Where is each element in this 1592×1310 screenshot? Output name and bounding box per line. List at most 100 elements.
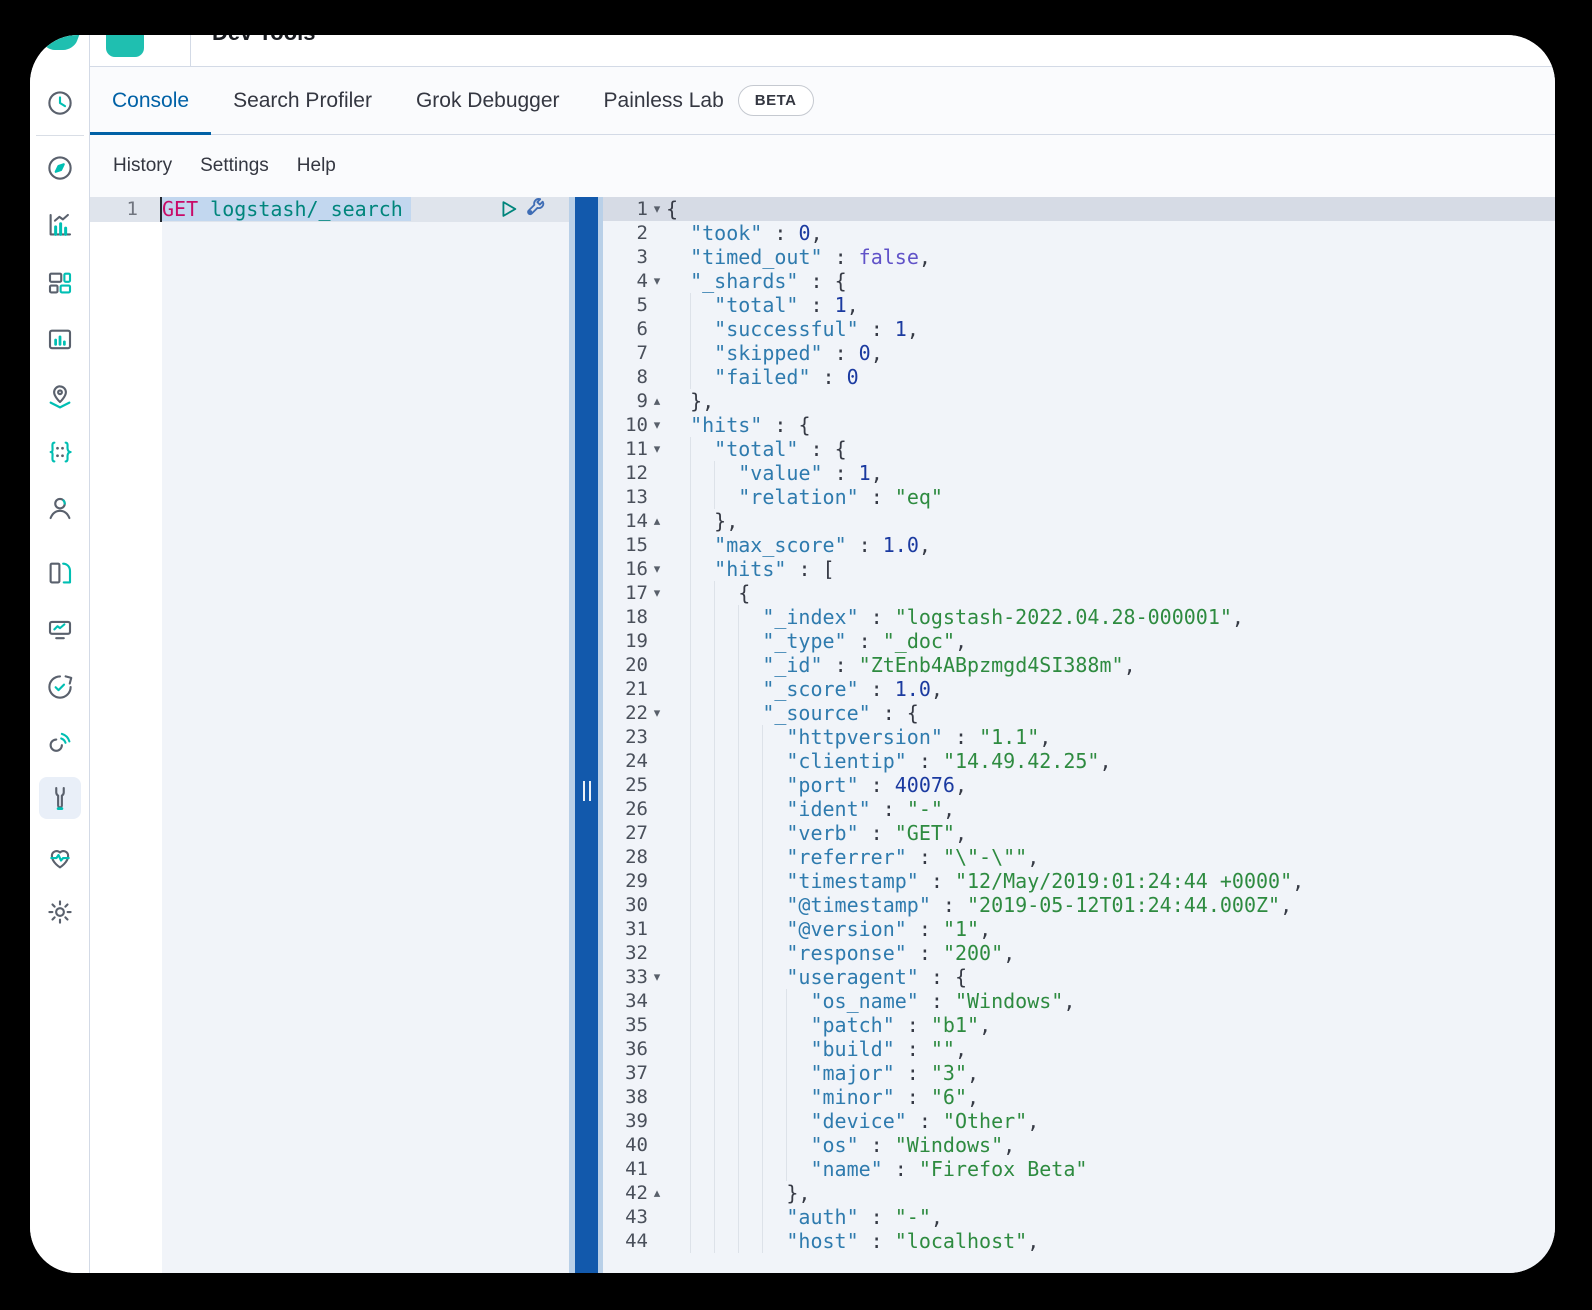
request-options-button[interactable] xyxy=(523,198,547,222)
output-line[interactable]: 16 ▾ "hits" : [ xyxy=(603,557,1555,581)
line-number: 9 xyxy=(636,390,648,412)
request-pane[interactable]: 1 GET logstash/_search xyxy=(90,197,569,1273)
sidebar-item-stack-monitoring[interactable] xyxy=(39,837,81,879)
code-text: "total" : { xyxy=(666,437,1555,461)
code-text: "verb" : "GET", xyxy=(666,821,1555,845)
tab-painless-lab[interactable]: Painless Lab BETA xyxy=(582,67,836,134)
request-line[interactable]: 1 GET logstash/_search xyxy=(90,197,569,222)
output-line[interactable]: 10 ▾ "hits" : { xyxy=(603,413,1555,437)
response-pane[interactable]: 1 ▾{2 "took" : 0, 3 "timed_out" : false, 4 ▾… xyxy=(603,197,1555,1273)
fold-toggle-icon[interactable]: ▾ xyxy=(648,701,666,725)
output-line[interactable]: 43 "auth" : "-", xyxy=(603,1205,1555,1229)
output-line[interactable]: 28 "referrer" : "\"-\"", xyxy=(603,845,1555,869)
output-line[interactable]: 5 "total" : 1, xyxy=(603,293,1555,317)
request-text: GET logstash/_search xyxy=(160,197,411,222)
sidebar-item-metrics[interactable] xyxy=(39,609,81,651)
output-line[interactable]: 40 "os" : "Windows", xyxy=(603,1133,1555,1157)
output-line[interactable]: 14 ▴ }, xyxy=(603,509,1555,533)
tab-grok-debugger[interactable]: Grok Debugger xyxy=(394,67,582,134)
fold-toggle-icon[interactable]: ▴ xyxy=(648,1181,666,1205)
fold-toggle-icon[interactable]: ▾ xyxy=(648,413,666,437)
output-line[interactable]: 1 ▾{ xyxy=(603,197,1555,221)
output-line[interactable]: 18 "_index" : "logstash-2022.04.28-00000… xyxy=(603,605,1555,629)
output-line[interactable]: 33 ▾ "useragent" : { xyxy=(603,965,1555,989)
fold-toggle-icon[interactable]: ▴ xyxy=(648,509,666,533)
send-request-button[interactable] xyxy=(496,198,520,222)
tab-search-profiler[interactable]: Search Profiler xyxy=(211,67,394,134)
output-line[interactable]: 23 "httpversion" : "1.1", xyxy=(603,725,1555,749)
output-line[interactable]: 27 "verb" : "GET", xyxy=(603,821,1555,845)
sidebar-item-stack-management[interactable] xyxy=(39,891,81,933)
sidebar-item-visualize[interactable] xyxy=(39,204,81,246)
output-line[interactable]: 2 "took" : 0, xyxy=(603,221,1555,245)
sidebar-item-maps[interactable] xyxy=(39,376,81,418)
fold-toggle-icon[interactable]: ▾ xyxy=(648,437,666,461)
output-line[interactable]: 32 "response" : "200", xyxy=(603,941,1555,965)
code-text: "ident" : "-", xyxy=(666,797,1555,821)
tab-console[interactable]: Console xyxy=(90,67,212,135)
code-text: "port" : 40076, xyxy=(666,773,1555,797)
output-line[interactable]: 22 ▾ "_source" : { xyxy=(603,701,1555,725)
sidebar-item-dev-tools[interactable] xyxy=(39,777,81,819)
sidebar-item-enterprise-search[interactable] xyxy=(39,487,81,529)
output-line[interactable]: 41 "name" : "Firefox Beta" xyxy=(603,1157,1555,1181)
sidebar-item-machine-learning[interactable] xyxy=(39,431,81,473)
output-line[interactable]: 31 "@version" : "1", xyxy=(603,917,1555,941)
line-number: 4 xyxy=(636,270,648,292)
output-line[interactable]: 4 ▾ "_shards" : { xyxy=(603,269,1555,293)
fold-toggle-icon[interactable]: ▾ xyxy=(648,965,666,989)
output-line[interactable]: 26 "ident" : "-", xyxy=(603,797,1555,821)
output-line[interactable]: 36 "build" : "", xyxy=(603,1037,1555,1061)
fold-toggle-icon[interactable]: ▾ xyxy=(648,557,666,581)
sidebar-item-logs[interactable] xyxy=(39,552,81,594)
output-line[interactable]: 38 "minor" : "6", xyxy=(603,1085,1555,1109)
menu-item-settings[interactable]: Settings xyxy=(200,155,269,177)
fold-toggle-icon[interactable]: ▾ xyxy=(648,197,666,221)
line-number: 13 xyxy=(625,486,648,508)
output-line[interactable]: 15 "max_score" : 1.0, xyxy=(603,533,1555,557)
output-line[interactable]: 20 "_id" : "ZtEnb4ABpzmgd4SI388m", xyxy=(603,653,1555,677)
output-line[interactable]: 13 "relation" : "eq" xyxy=(603,485,1555,509)
sidebar-item-apm[interactable] xyxy=(39,721,81,763)
header-divider xyxy=(190,35,191,67)
output-line[interactable]: 24 "clientip" : "14.49.42.25", xyxy=(603,749,1555,773)
output-line[interactable]: 30 "@timestamp" : "2019-05-12T01:24:44.0… xyxy=(603,893,1555,917)
sidebar-item-uptime[interactable] xyxy=(39,666,81,708)
output-line[interactable]: 44 "host" : "localhost", xyxy=(603,1229,1555,1253)
fold-toggle-icon[interactable]: ▴ xyxy=(648,389,666,413)
sidebar-item-dashboard[interactable] xyxy=(39,262,81,304)
sidebar-item-canvas[interactable] xyxy=(39,319,81,361)
sidebar-item-recently-viewed[interactable] xyxy=(39,82,81,124)
output-line[interactable]: 6 "successful" : 1, xyxy=(603,317,1555,341)
output-line[interactable]: 39 "device" : "Other", xyxy=(603,1109,1555,1133)
output-line[interactable]: 19 "_type" : "_doc", xyxy=(603,629,1555,653)
pane-splitter[interactable] xyxy=(575,197,598,1273)
output-line[interactable]: 21 "_score" : 1.0, xyxy=(603,677,1555,701)
output-line[interactable]: 42 ▴ }, xyxy=(603,1181,1555,1205)
output-line[interactable]: 34 "os_name" : "Windows", xyxy=(603,989,1555,1013)
dev-tools-app-icon xyxy=(106,35,144,57)
output-line[interactable]: 3 "timed_out" : false, xyxy=(603,245,1555,269)
fold-toggle-icon[interactable]: ▾ xyxy=(648,269,666,293)
output-line[interactable]: 7 "skipped" : 0, xyxy=(603,341,1555,365)
output-line[interactable]: 12 "value" : 1, xyxy=(603,461,1555,485)
output-line[interactable]: 25 "port" : 40076, xyxy=(603,773,1555,797)
fold-toggle-icon[interactable]: ▾ xyxy=(648,581,666,605)
request-content[interactable] xyxy=(162,197,569,1273)
grip-lines-icon[interactable] xyxy=(575,778,598,804)
output-line[interactable]: 35 "patch" : "b1", xyxy=(603,1013,1555,1037)
output-line[interactable]: 9 ▴ }, xyxy=(603,389,1555,413)
output-line[interactable]: 8 "failed" : 0 xyxy=(603,365,1555,389)
line-number: 16 xyxy=(625,558,648,580)
output-line[interactable]: 37 "major" : "3", xyxy=(603,1061,1555,1085)
output-line[interactable]: 11 ▾ "total" : { xyxy=(603,437,1555,461)
menu-item-history[interactable]: History xyxy=(113,155,172,177)
output-line[interactable]: 29 "timestamp" : "12/May/2019:01:24:44 +… xyxy=(603,869,1555,893)
menu-item-help[interactable]: Help xyxy=(297,155,336,177)
sidebar-item-discover[interactable] xyxy=(39,147,81,189)
output-line[interactable]: 17 ▾ { xyxy=(603,581,1555,605)
